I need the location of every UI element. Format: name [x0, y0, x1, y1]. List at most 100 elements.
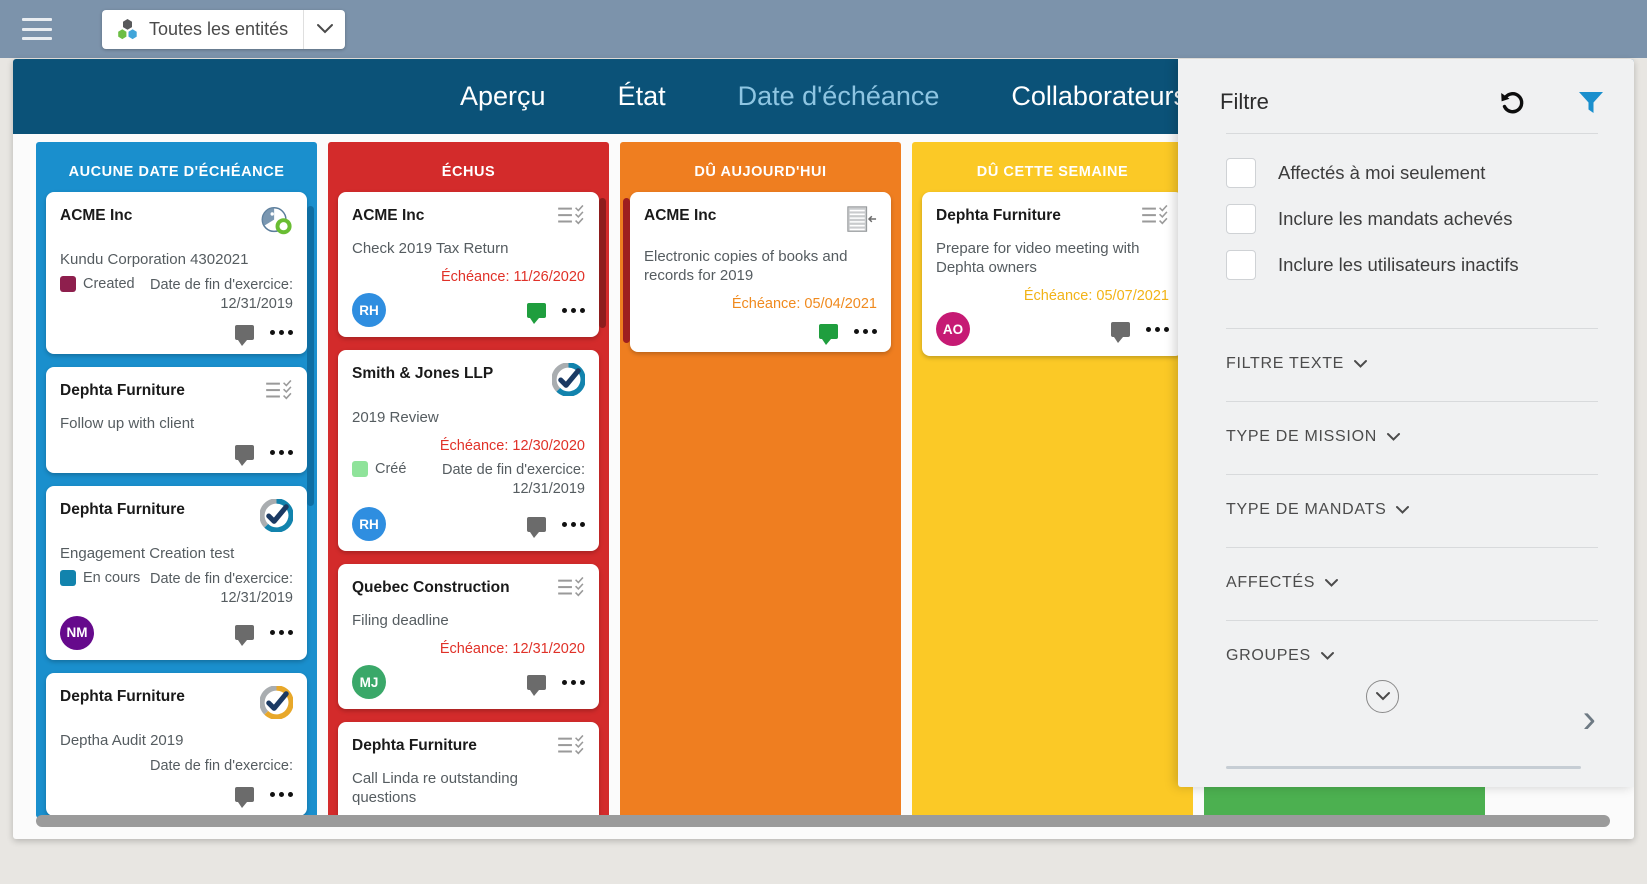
- comment-bubble-icon[interactable]: [527, 675, 546, 690]
- top-bar: Toutes les entités: [0, 0, 1647, 58]
- assignee-avatar[interactable]: RH: [352, 507, 386, 541]
- status-color-swatch: [60, 276, 76, 292]
- task-card[interactable]: Dephta Furniture Engagement Creation tes…: [46, 486, 307, 660]
- card-fiscal-year-end: Date de fin d'exercice:12/31/2019: [442, 461, 585, 499]
- filter-checkbox-row[interactable]: Inclure les utilisateurs inactifs: [1226, 250, 1634, 280]
- card-more-options-icon[interactable]: [562, 308, 585, 313]
- filter-panel-title: Filtre: [1220, 89, 1269, 115]
- card-more-options-icon[interactable]: [270, 630, 293, 635]
- checklist-icon[interactable]: [1141, 205, 1169, 227]
- filter-checkbox-row[interactable]: Affectés à moi seulement: [1226, 158, 1634, 188]
- filter-section[interactable]: GROUPES: [1226, 620, 1598, 665]
- assignee-avatar[interactable]: NM: [60, 616, 94, 650]
- card-status-chip: Created: [60, 276, 135, 292]
- card-client-name: Dephta Furniture: [60, 499, 185, 519]
- column-header: ÉCHUS: [328, 142, 609, 192]
- checklist-icon[interactable]: [557, 735, 585, 757]
- comment-bubble-icon[interactable]: [235, 445, 254, 460]
- expand-groups-button[interactable]: [1366, 680, 1399, 713]
- entity-selector-main[interactable]: Toutes les entités: [102, 10, 303, 49]
- column-scrollbar[interactable]: [599, 198, 606, 328]
- comment-bubble-icon[interactable]: [235, 625, 254, 640]
- task-card[interactable]: Dephta Furniture Prepare for video meeti…: [922, 192, 1183, 356]
- board-column: DÛ CETTE SEMAINE Dephta Furniture Prepar…: [912, 142, 1193, 818]
- column-header: AUCUNE DATE D'ÉCHÉANCE: [36, 142, 317, 192]
- checklist-icon[interactable]: [557, 577, 585, 599]
- status-label: Créé: [375, 461, 406, 477]
- chevron-down-icon[interactable]: [1353, 359, 1368, 369]
- board-column: DÛ AUJOURD'HUI ACME Inc Electronic copie…: [620, 142, 901, 818]
- task-card[interactable]: Smith & Jones LLP 2019 ReviewÉchéance: 1…: [338, 350, 599, 551]
- filter-panel: Filtre Affectés à moi seulement Inclure …: [1178, 59, 1634, 787]
- filter-panel-scrollbar[interactable]: [1226, 766, 1581, 769]
- board-horizontal-scrollbar[interactable]: [36, 815, 1610, 827]
- task-card[interactable]: Dephta Furniture Call Linda re outstandi…: [338, 722, 599, 818]
- document-request-icon[interactable]: [845, 205, 877, 235]
- card-more-options-icon[interactable]: [1146, 327, 1169, 332]
- filter-section[interactable]: TYPE DE MISSION: [1226, 401, 1598, 446]
- tab-apercu[interactable]: Aperçu: [424, 81, 582, 112]
- chevron-down-icon[interactable]: [1386, 432, 1401, 442]
- column-scrollbar[interactable]: [623, 198, 630, 343]
- chevron-down-icon[interactable]: [1324, 578, 1339, 588]
- chevron-down-icon[interactable]: [1320, 651, 1335, 661]
- task-card[interactable]: ACME Inc Check 2019 Tax ReturnÉchéance: …: [338, 192, 599, 337]
- card-more-options-icon[interactable]: [562, 680, 585, 685]
- filter-section[interactable]: TYPE DE MANDATS: [1226, 474, 1598, 519]
- filter-section[interactable]: FILTRE TEXTE: [1226, 328, 1598, 373]
- undo-reset-icon[interactable]: [1498, 87, 1528, 117]
- filter-section-label: TYPE DE MANDATS: [1226, 501, 1386, 519]
- filter-checkbox[interactable]: [1226, 204, 1256, 234]
- chevron-down-icon[interactable]: [1395, 505, 1410, 515]
- assignee-avatar[interactable]: RH: [352, 293, 386, 327]
- board-scrollbar-thumb[interactable]: [36, 815, 1610, 827]
- check-circle-blue-icon[interactable]: [260, 499, 293, 532]
- comment-bubble-icon[interactable]: [1111, 322, 1130, 337]
- card-client-name: Quebec Construction: [352, 577, 510, 597]
- funnel-filter-icon[interactable]: [1578, 90, 1604, 114]
- filter-checkbox-label: Inclure les utilisateurs inactifs: [1278, 254, 1519, 276]
- assignee-avatar[interactable]: MJ: [352, 665, 386, 699]
- chevron-down-circle-icon: [1375, 691, 1391, 702]
- card-more-options-icon[interactable]: [270, 450, 293, 455]
- entities-hexagon-icon: [115, 17, 140, 42]
- column-scrollbar[interactable]: [307, 206, 314, 506]
- check-circle-blue-icon[interactable]: [552, 363, 585, 396]
- card-due-date: Échéance: 12/30/2020: [352, 438, 585, 454]
- filter-checkbox[interactable]: [1226, 158, 1256, 188]
- task-card[interactable]: ACME Inc Electronic copies of books and …: [630, 192, 891, 352]
- chevron-right-icon[interactable]: ›: [1583, 699, 1596, 739]
- card-client-name: ACME Inc: [60, 205, 132, 225]
- card-client-name: Dephta Furniture: [60, 380, 185, 400]
- tab-date-echeance[interactable]: Date d'échéance: [702, 81, 976, 112]
- entity-selector[interactable]: Toutes les entités: [102, 10, 345, 49]
- checklist-icon[interactable]: [557, 205, 585, 227]
- column-card-list: ACME Inc Electronic copies of books and …: [620, 192, 901, 352]
- card-more-options-icon[interactable]: [854, 329, 877, 334]
- card-status-chip: Créé: [352, 461, 406, 477]
- task-card[interactable]: Dephta Furniture Deptha Audit 2019Date d…: [46, 673, 307, 816]
- comment-bubble-icon[interactable]: [235, 787, 254, 802]
- comment-bubble-icon[interactable]: [235, 325, 254, 340]
- hamburger-menu-icon[interactable]: [22, 18, 52, 40]
- checklist-icon[interactable]: [265, 380, 293, 402]
- comment-bubble-icon[interactable]: [527, 517, 546, 532]
- card-due-date: Échéance: 05/04/2021: [644, 296, 877, 312]
- card-more-options-icon[interactable]: [270, 792, 293, 797]
- card-more-options-icon[interactable]: [270, 330, 293, 335]
- assignee-avatar[interactable]: AO: [936, 312, 970, 346]
- filter-checkbox[interactable]: [1226, 250, 1256, 280]
- task-card[interactable]: ACME Inc Kundu Corporation 4302021 Creat…: [46, 192, 307, 354]
- filter-section[interactable]: AFFECTÉS: [1226, 547, 1598, 592]
- card-more-options-icon[interactable]: [562, 522, 585, 527]
- tab-etat[interactable]: État: [582, 81, 702, 112]
- comment-bubble-icon[interactable]: [819, 324, 838, 339]
- filter-section-label: AFFECTÉS: [1226, 574, 1315, 592]
- filter-checkbox-row[interactable]: Inclure les mandats achevés: [1226, 204, 1634, 234]
- task-card[interactable]: Dephta Furniture Follow up with client: [46, 367, 307, 473]
- entity-selector-caret[interactable]: [303, 10, 345, 49]
- check-circle-amber-icon[interactable]: [260, 686, 293, 719]
- task-card[interactable]: Quebec Construction Filing deadlineÉchéa…: [338, 564, 599, 709]
- progress-pie-icon[interactable]: [259, 205, 293, 238]
- comment-bubble-icon[interactable]: [527, 303, 546, 318]
